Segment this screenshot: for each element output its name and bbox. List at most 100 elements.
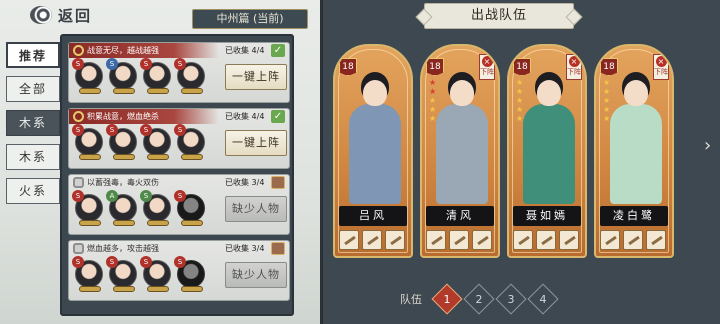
back-button[interactable]: 返回	[30, 4, 114, 26]
member-avatar[interactable]: S	[72, 58, 105, 96]
hero-name: 吕风	[339, 206, 407, 226]
hero-card[interactable]: 18 ★ ★ ★ ★ ★ × 下阵 聂如嫣	[507, 44, 587, 258]
element-pill	[113, 220, 135, 226]
lineup-list[interactable]: 战意无尽，越战越强 已收集 4/4 ✓ S S S S 一键上阵 积累战意，燃血…	[60, 34, 294, 316]
member-avatars: S A S S	[72, 190, 207, 228]
equipment-slots	[600, 230, 666, 250]
accessory-icon[interactable]	[559, 230, 579, 250]
grade-badge: A	[106, 190, 118, 202]
hero-name: 聂如嫣	[513, 206, 581, 226]
accessory-icon[interactable]	[472, 230, 492, 250]
grade-badge: S	[106, 124, 118, 136]
accessory-icon[interactable]	[646, 230, 666, 250]
team-tab-4[interactable]: 4	[527, 283, 559, 315]
tab-recommend[interactable]: 推荐	[6, 42, 60, 68]
member-avatar[interactable]: S	[72, 256, 105, 294]
hero-head	[624, 80, 648, 106]
lineup-title: 战意无尽，越战越强	[69, 43, 219, 58]
swirl-back-icon	[30, 6, 52, 24]
team-tab-1[interactable]: 1	[431, 283, 463, 315]
hero-portrait	[519, 76, 579, 206]
grade-badge: S	[174, 190, 186, 202]
hero-name: 清风	[426, 206, 494, 226]
team-tab-2[interactable]: 2	[463, 283, 495, 315]
accessory-icon[interactable]	[385, 230, 405, 250]
grade-badge: S	[140, 256, 152, 268]
grade-badge: S	[72, 58, 84, 70]
member-avatar[interactable]: S	[106, 256, 139, 294]
member-avatar[interactable]: S	[140, 256, 173, 294]
weapon-icon[interactable]	[339, 230, 359, 250]
hero-head	[537, 80, 561, 106]
lineup-title: 燃血越多，攻击越强	[69, 241, 219, 256]
hero-name: 凌白鹭	[600, 206, 668, 226]
lineup-card: 战意无尽，越战越强 已收集 4/4 ✓ S S S S 一键上阵	[68, 42, 290, 103]
armor-icon[interactable]	[449, 230, 469, 250]
weapon-icon[interactable]	[426, 230, 446, 250]
collect-status: 已收集 3/4	[225, 178, 265, 187]
member-avatar[interactable]: S	[140, 190, 173, 228]
team-tab-3[interactable]: 3	[495, 283, 527, 315]
grade-badge: S	[72, 256, 84, 268]
armor-icon[interactable]	[623, 230, 643, 250]
member-avatar[interactable]: S	[140, 124, 173, 162]
chevron-right-icon[interactable]: ›	[704, 136, 716, 156]
hero-robe	[349, 104, 401, 204]
member-avatar[interactable]: A	[106, 190, 139, 228]
hero-portrait	[345, 76, 405, 206]
weapon-icon[interactable]	[513, 230, 533, 250]
chest-icon[interactable]	[271, 242, 285, 255]
armor-icon[interactable]	[536, 230, 556, 250]
element-pill	[181, 220, 203, 226]
member-avatar[interactable]: S	[106, 124, 139, 162]
tab-wood[interactable]: 木系	[6, 144, 60, 170]
member-avatars: S S S S	[72, 124, 207, 162]
grade-badge: S	[140, 124, 152, 136]
tab-all[interactable]: 全部	[6, 76, 60, 102]
hero-card[interactable]: 18 吕风	[333, 44, 413, 258]
hero-card[interactable]: 18 ★ ★ ★ ★ ★ × 下阵 凌白鹭	[594, 44, 674, 258]
equipment-slots	[513, 230, 579, 250]
grade-badge: S	[72, 190, 84, 202]
chest-icon[interactable]	[271, 176, 285, 189]
chapter-selector[interactable]: 中州篇 (当前)	[192, 9, 308, 29]
member-avatar[interactable]: S	[72, 124, 105, 162]
missing-button[interactable]: 缺少人物	[225, 196, 287, 222]
deploy-button[interactable]: 一键上阵	[225, 64, 287, 90]
member-avatar[interactable]: S	[174, 58, 207, 96]
hero-portrait	[606, 76, 666, 206]
grade-badge: S	[72, 124, 84, 136]
element-pill	[79, 220, 101, 226]
back-label: 返回	[58, 6, 93, 25]
element-pill	[147, 220, 169, 226]
lock-icon	[73, 243, 84, 254]
team-title: 出战队伍	[424, 3, 574, 29]
element-pill	[79, 154, 101, 160]
tab-fire[interactable]: 火系	[6, 178, 60, 204]
lineup-title: 积累战意，燃血绝杀	[69, 109, 219, 124]
lineup-card: 以蓄强毒，毒火双伤 已收集 3/4 S A S S 缺少人物	[68, 174, 290, 235]
search-icon	[73, 45, 84, 56]
member-avatar[interactable]: S	[174, 124, 207, 162]
member-avatar[interactable]: S	[174, 256, 207, 294]
member-avatar[interactable]: S	[174, 190, 207, 228]
hero-card[interactable]: 18 ★ ★ ★ ★ ★ × 下阵 清风	[420, 44, 500, 258]
close-icon: ×	[568, 56, 580, 67]
member-avatar[interactable]: S	[72, 190, 105, 228]
tab-wood-dark[interactable]: 木系	[6, 110, 60, 136]
armor-icon[interactable]	[362, 230, 382, 250]
element-pill	[147, 88, 169, 94]
deploy-button[interactable]: 一键上阵	[225, 130, 287, 156]
close-icon: ×	[481, 56, 493, 67]
equipment-slots	[339, 230, 405, 250]
weapon-icon[interactable]	[600, 230, 620, 250]
member-avatar[interactable]: S	[106, 58, 139, 96]
missing-button[interactable]: 缺少人物	[225, 262, 287, 288]
element-pill	[147, 154, 169, 160]
category-tabs: 推荐 全部 木系 木系 火系	[6, 42, 60, 212]
member-avatars: S S S S	[72, 256, 207, 294]
element-pill	[181, 154, 203, 160]
equipment-slots	[426, 230, 492, 250]
check-icon: ✓	[271, 44, 285, 57]
member-avatar[interactable]: S	[140, 58, 173, 96]
